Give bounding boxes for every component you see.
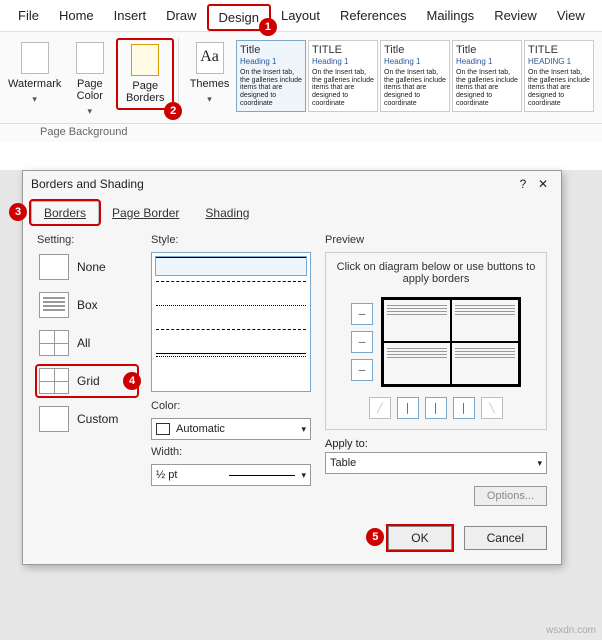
dialog-tabs: Borders 3 Page Border Shading: [23, 197, 561, 224]
tab-file[interactable]: File: [8, 4, 49, 31]
tab-review[interactable]: Review: [484, 4, 547, 31]
tab-page-border[interactable]: Page Border: [99, 201, 192, 224]
setting-label: Setting:: [37, 234, 137, 246]
setting-box[interactable]: Box: [37, 290, 137, 320]
ribbon-body: Watermark ▾ Page Color ▾ Page Borders 2 …: [0, 32, 602, 124]
tab-shading[interactable]: Shading: [192, 201, 262, 224]
watermark-text: wsxdn.com: [546, 625, 596, 636]
options-button: Options...: [474, 486, 547, 506]
badge-1: 1: [259, 18, 277, 36]
badge-2: 2: [164, 102, 182, 120]
setting-grid[interactable]: Grid: [37, 366, 137, 396]
theme-tile[interactable]: TITLEHEADING 1On the Insert tab, the gal…: [524, 40, 594, 112]
page-borders-button[interactable]: Page Borders: [116, 38, 174, 110]
page-color-button[interactable]: Page Color ▾: [63, 38, 116, 121]
width-label: Width:: [151, 446, 311, 458]
style-dotted[interactable]: [156, 305, 306, 323]
theme-tile[interactable]: TitleHeading 1On the Insert tab, the gal…: [380, 40, 450, 112]
grid-icon: [39, 368, 69, 394]
borders-shading-dialog: Borders and Shading ? ✕ Borders 3 Page B…: [22, 170, 562, 565]
cancel-button[interactable]: Cancel: [464, 526, 547, 550]
dialog-titlebar: Borders and Shading ? ✕: [23, 171, 561, 197]
applyto-dropdown[interactable]: Table ▾: [325, 452, 547, 474]
chevron-down-icon: ▾: [301, 470, 306, 481]
chevron-down-icon: ▾: [32, 94, 37, 105]
preview-hint: Click on diagram below or use buttons to…: [334, 261, 538, 285]
style-solid[interactable]: [156, 257, 306, 275]
theme-tile[interactable]: TITLEHeading 1On the Insert tab, the gal…: [308, 40, 378, 112]
ribbon-tabs: File Home Insert Draw Design 1 Layout Re…: [0, 0, 602, 32]
preview-label: Preview: [325, 234, 547, 246]
ok-button[interactable]: OK: [388, 526, 451, 550]
setting-none[interactable]: None: [37, 252, 137, 282]
badge-3: 3: [9, 203, 27, 221]
tab-layout[interactable]: Layout: [271, 4, 330, 31]
tab-view[interactable]: View: [547, 4, 595, 31]
tab-borders[interactable]: Borders: [31, 201, 99, 224]
chevron-down-icon: ▾: [207, 94, 212, 105]
border-right-button[interactable]: │: [453, 397, 475, 419]
border-diag1-button[interactable]: ╱: [369, 397, 391, 419]
theme-tile[interactable]: TitleHeading 1On the Insert tab, the gal…: [236, 40, 306, 112]
border-hcenter-button[interactable]: ─: [351, 331, 373, 353]
watermark-label: Watermark: [8, 78, 61, 90]
theme-gallery: TitleHeading 1On the Insert tab, the gal…: [236, 38, 596, 112]
border-top-button[interactable]: ─: [351, 303, 373, 325]
style-listbox[interactable]: [151, 252, 311, 392]
setting-custom[interactable]: Custom: [37, 404, 137, 434]
style-dash2[interactable]: [156, 329, 306, 347]
themes-label: Themes: [190, 78, 230, 90]
chevron-down-icon: ▾: [88, 106, 93, 117]
badge-5: 5: [366, 528, 384, 546]
color-swatch-icon: [156, 423, 170, 435]
preview-frame: Click on diagram below or use buttons to…: [325, 252, 547, 430]
watermark-icon: [21, 42, 49, 74]
color-dropdown[interactable]: Automatic ▾: [151, 418, 311, 440]
border-bottom-button[interactable]: ─: [351, 359, 373, 381]
page-borders-label: Page Borders: [120, 80, 170, 104]
tab-home[interactable]: Home: [49, 4, 104, 31]
custom-icon: [39, 406, 69, 432]
tab-draw[interactable]: Draw: [156, 4, 206, 31]
tab-references[interactable]: References: [330, 4, 416, 31]
box-icon: [39, 292, 69, 318]
ribbon-group-label: Page Background: [0, 124, 602, 142]
page-color-icon: [76, 42, 104, 74]
setting-all[interactable]: All: [37, 328, 137, 358]
themes-icon: Aa: [196, 42, 224, 74]
style-dashed[interactable]: [156, 281, 306, 299]
page-borders-icon: [131, 44, 159, 76]
width-dropdown[interactable]: ½ pt ▾: [151, 464, 311, 486]
badge-4: 4: [123, 372, 141, 390]
all-icon: [39, 330, 69, 356]
style-label: Style:: [151, 234, 311, 246]
border-left-button[interactable]: │: [397, 397, 419, 419]
tab-mailings[interactable]: Mailings: [417, 4, 485, 31]
chevron-down-icon: ▾: [301, 424, 306, 435]
applyto-label: Apply to:: [325, 438, 547, 450]
tab-insert[interactable]: Insert: [104, 4, 157, 31]
preview-diagram[interactable]: [381, 297, 521, 387]
page-color-label: Page Color: [65, 78, 114, 102]
close-button[interactable]: ✕: [533, 177, 553, 191]
theme-tile[interactable]: TitleHeading 1On the Insert tab, the gal…: [452, 40, 522, 112]
help-button[interactable]: ?: [513, 177, 533, 191]
border-vcenter-button[interactable]: │: [425, 397, 447, 419]
border-diag2-button[interactable]: ╲: [481, 397, 503, 419]
watermark-button[interactable]: Watermark ▾: [6, 38, 63, 109]
themes-button[interactable]: Aa Themes ▾: [183, 38, 236, 109]
color-label: Color:: [151, 400, 311, 412]
none-icon: [39, 254, 69, 280]
style-dashdot[interactable]: [156, 353, 306, 371]
chevron-down-icon: ▾: [537, 458, 542, 469]
dialog-title: Borders and Shading: [31, 177, 144, 191]
